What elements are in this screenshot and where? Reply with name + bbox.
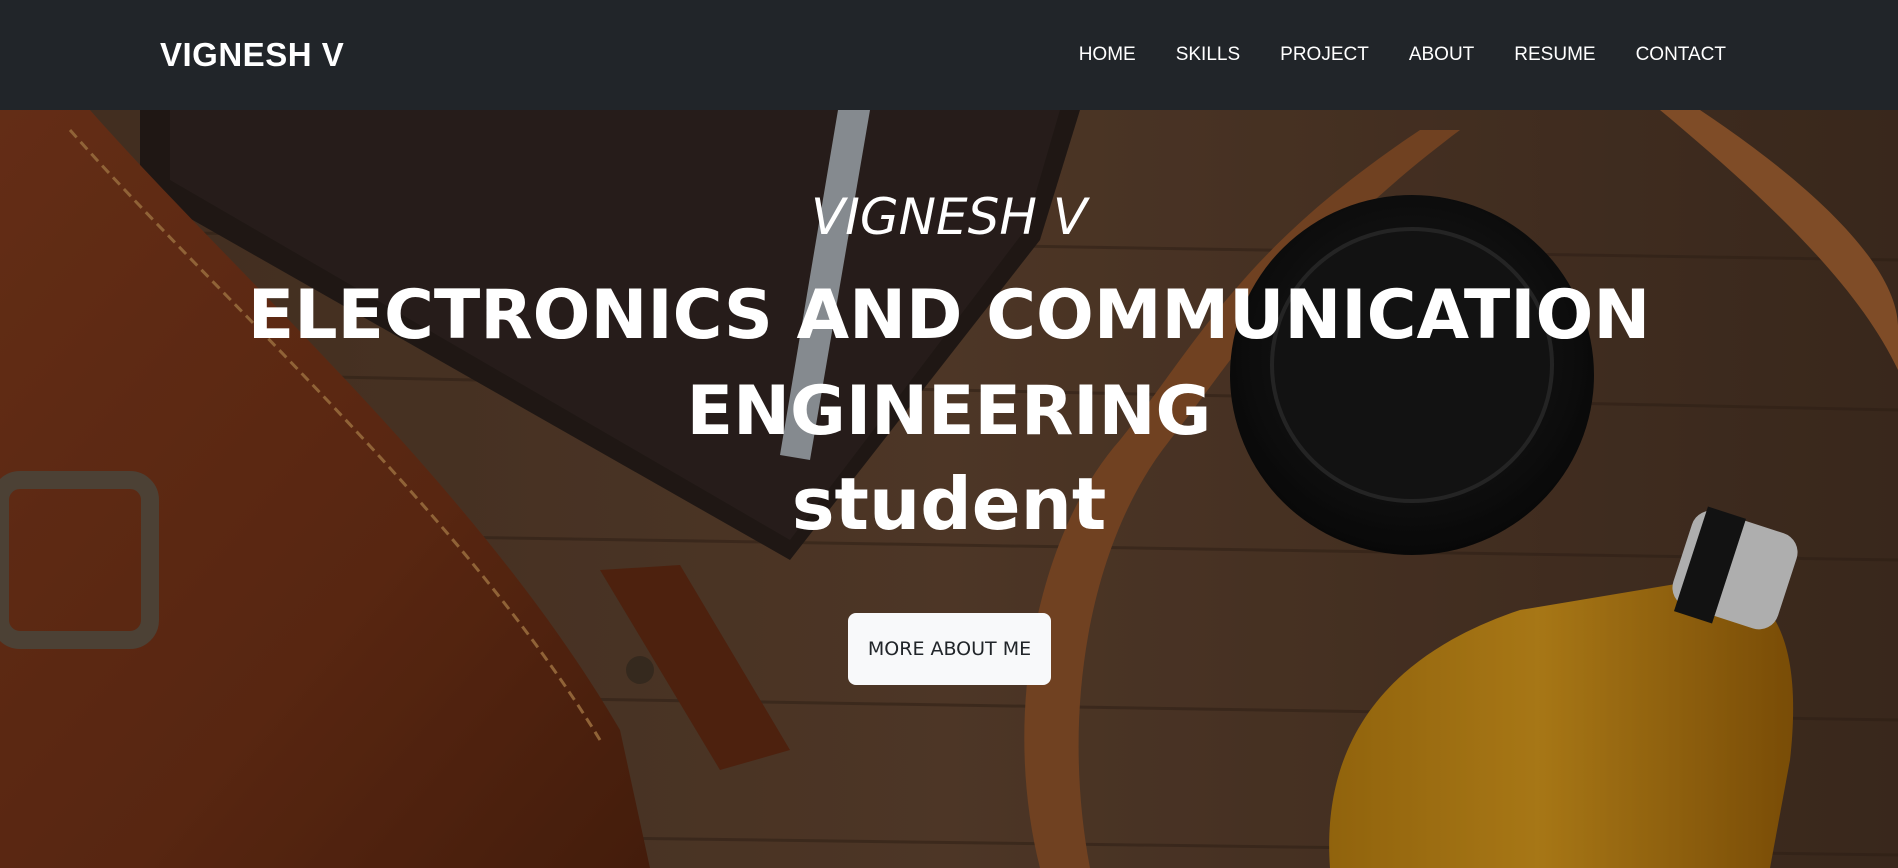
- nav-skills-link[interactable]: SKILLS: [1176, 38, 1240, 72]
- nav-about-link[interactable]: ABOUT: [1409, 38, 1474, 72]
- hero-section: VIGNESH V ELECTRONICS AND COMMUNICATION …: [0, 110, 1898, 868]
- nav-project-link[interactable]: PROJECT: [1280, 38, 1369, 72]
- hero-title: ELECTRONICS AND COMMUNICATION ENGINEERIN…: [247, 276, 1651, 451]
- nav-links: HOME SKILLS PROJECT ABOUT RESUME CONTACT: [1079, 38, 1726, 72]
- nav-home-link[interactable]: HOME: [1079, 38, 1136, 72]
- nav-resume-link[interactable]: RESUME: [1514, 38, 1595, 72]
- hero-content: VIGNESH V ELECTRONICS AND COMMUNICATION …: [0, 110, 1898, 868]
- brand-logo-link[interactable]: VIGNESH V: [160, 36, 344, 74]
- nav-contact-link[interactable]: CONTACT: [1636, 38, 1726, 72]
- top-navbar: VIGNESH V HOME SKILLS PROJECT ABOUT RESU…: [0, 0, 1898, 110]
- hero-name: VIGNESH V: [810, 188, 1088, 246]
- hero-subtitle: student: [791, 462, 1107, 546]
- more-about-me-button[interactable]: MORE ABOUT ME: [848, 613, 1051, 685]
